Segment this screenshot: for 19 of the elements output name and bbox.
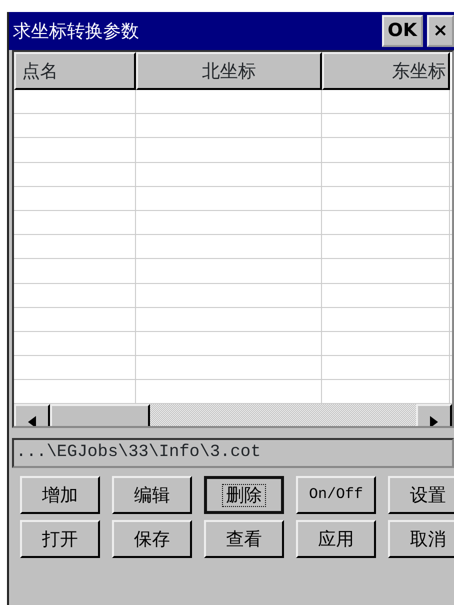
action-button[interactable]: 编辑: [112, 476, 192, 514]
path-field[interactable]: ...\EGJobs\33\Info\3.cot: [12, 438, 454, 468]
column-header[interactable]: 点名: [14, 52, 136, 90]
action-button[interactable]: 增加: [20, 476, 100, 514]
column-header[interactable]: 北坐标: [136, 52, 322, 90]
window-title: 求坐标转换参数: [13, 20, 140, 44]
action-button[interactable]: 应用: [296, 520, 376, 558]
action-button[interactable]: 打开: [20, 520, 100, 558]
action-button[interactable]: 保存: [112, 520, 192, 558]
action-button[interactable]: 设置: [388, 476, 454, 514]
action-button[interactable]: 删除: [204, 476, 284, 514]
right-triangle-icon: [430, 416, 438, 426]
column-header[interactable]: 东坐标: [322, 52, 450, 90]
left-triangle-icon: [28, 416, 36, 426]
close-button[interactable]: ×: [426, 15, 454, 47]
action-button[interactable]: 查看: [204, 520, 284, 558]
action-button[interactable]: On/Off: [296, 476, 376, 514]
action-button[interactable]: 取消: [388, 520, 454, 558]
ok-button[interactable]: OK: [382, 15, 423, 47]
